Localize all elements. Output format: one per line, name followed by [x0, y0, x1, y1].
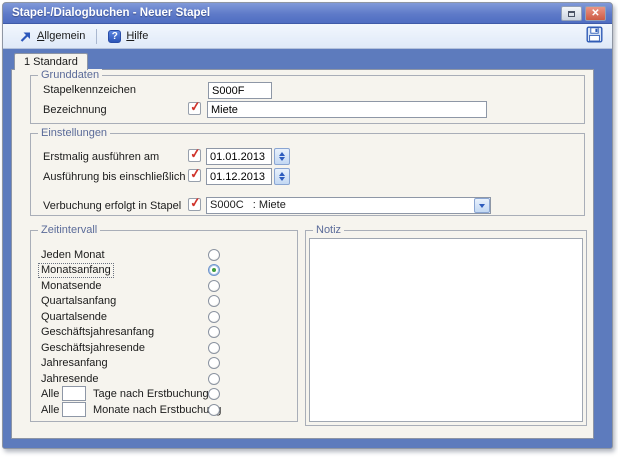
- radio-row-geschaeftsjahresende: Geschäftsjahresende: [31, 342, 297, 356]
- radio-label: Quartalsanfang: [41, 295, 116, 307]
- title-bar[interactable]: Stapel-/Dialogbuchen - Neuer Stapel: [3, 3, 612, 24]
- alle-monate-suffix: Monate nach Erstbuchung: [93, 404, 221, 416]
- radio-row-geschaeftsjahresanfang: Geschäftsjahresanfang: [31, 326, 297, 340]
- bis-date-input[interactable]: [206, 168, 272, 185]
- radio-row-monatsanfang: Monatsanfang: [31, 264, 297, 278]
- bezeichnung-input[interactable]: [207, 101, 487, 118]
- alle-tage-suffix: Tage nach Erstbuchung: [93, 388, 209, 400]
- allgemein-label: Allgemein: [37, 30, 85, 42]
- save-button[interactable]: [585, 25, 604, 47]
- dialog-window: Stapel-/Dialogbuchen - Neuer Stapel Allg…: [2, 2, 613, 449]
- toolbar: Allgemein Hilfe: [3, 24, 612, 49]
- radio-label: Jeden Monat: [41, 249, 105, 261]
- spin-up-icon: [279, 152, 285, 156]
- spin-down-icon: [279, 177, 285, 181]
- help-icon: [108, 30, 121, 43]
- radio-alle-monate[interactable]: [208, 404, 220, 416]
- radio-row-jahresanfang: Jahresanfang: [31, 357, 297, 371]
- alle-tage-input[interactable]: [62, 386, 86, 401]
- radio-row-jeden-monat: Jeden Monat: [31, 249, 297, 263]
- radio-row-quartalsanfang: Quartalsanfang: [31, 295, 297, 309]
- radio-label: Jahresanfang: [41, 357, 108, 369]
- radio-label: Monatsende: [41, 280, 102, 292]
- bezeichnung-label: Bezeichnung: [43, 104, 107, 116]
- dropdown-arrow-icon: [479, 204, 485, 208]
- radio-row-monatsende: Monatsende: [31, 280, 297, 294]
- bezeichnung-check-icon[interactable]: [188, 102, 201, 115]
- form-panel: Grunddaten Stapelkennzeichen Bezeichnung…: [11, 69, 594, 439]
- spin-down-icon: [279, 157, 285, 161]
- radio-monatsanfang[interactable]: [208, 264, 220, 276]
- group-zeitintervall: Zeitintervall Jeden Monat Monatsanfang M…: [30, 230, 298, 422]
- verbuchung-combobox[interactable]: S000C : Miete: [206, 197, 491, 214]
- verbuchung-dropdown-button[interactable]: [474, 198, 490, 213]
- group-notiz: Notiz: [305, 230, 587, 426]
- stapelkennzeichen-input[interactable]: [208, 82, 272, 99]
- radio-row-jahresende: Jahresende: [31, 373, 297, 387]
- group-einstellungen: Einstellungen Erstmalig ausführen am Aus…: [30, 133, 585, 216]
- group-grunddaten: Grunddaten Stapelkennzeichen Bezeichnung: [30, 75, 585, 124]
- maximize-button[interactable]: [561, 6, 582, 21]
- radio-jeden-monat[interactable]: [208, 249, 220, 261]
- content-area: 1 Standard Grunddaten Stapelkennzeichen …: [3, 49, 612, 448]
- hilfe-label: Hilfe: [126, 30, 148, 42]
- spin-up-icon: [279, 172, 285, 176]
- verbuchung-label: Verbuchung erfolgt in Stapel: [43, 200, 181, 212]
- stapelkennzeichen-label: Stapelkennzeichen: [43, 84, 136, 96]
- bis-spinner-button[interactable]: [274, 168, 290, 185]
- close-icon: [591, 9, 599, 19]
- save-floppy-icon: [586, 26, 603, 43]
- maximize-icon: [568, 11, 575, 17]
- radio-row-alle-tage: Alle Tage nach Erstbuchung: [31, 388, 297, 402]
- radio-label: Geschäftsjahresanfang: [41, 326, 154, 338]
- bis-check-icon[interactable]: [188, 169, 201, 182]
- verbuchung-value: S000C : Miete: [210, 199, 286, 211]
- radio-alle-tage[interactable]: [208, 388, 220, 400]
- bis-label: Ausführung bis einschließlich: [43, 171, 185, 183]
- radio-geschaeftsjahresanfang[interactable]: [208, 326, 220, 338]
- radio-quartalsanfang[interactable]: [208, 295, 220, 307]
- hilfe-button[interactable]: Hilfe: [104, 28, 152, 45]
- tab-standard[interactable]: 1 Standard: [14, 53, 88, 70]
- window-title: Stapel-/Dialogbuchen - Neuer Stapel: [12, 3, 210, 24]
- erstmalig-check-icon[interactable]: [188, 149, 201, 162]
- radio-geschaeftsjahresende[interactable]: [208, 342, 220, 354]
- radio-row-alle-monate: Alle Monate nach Erstbuchung: [31, 404, 297, 418]
- radio-monatsende[interactable]: [208, 280, 220, 292]
- radio-jahresende[interactable]: [208, 373, 220, 385]
- group-title-grunddaten: Grunddaten: [38, 69, 102, 81]
- group-title-einstellungen: Einstellungen: [38, 127, 110, 139]
- notiz-textarea[interactable]: [309, 238, 583, 422]
- verbuchung-check-icon[interactable]: [188, 198, 201, 211]
- erstmalig-date-input[interactable]: [206, 148, 272, 165]
- toolbar-separator: [96, 29, 97, 44]
- alle-tage-prefix: Alle: [41, 388, 59, 400]
- radio-label: Geschäftsjahresende: [41, 342, 145, 354]
- radio-label: Jahresende: [41, 373, 99, 385]
- alle-monate-input[interactable]: [62, 402, 86, 417]
- alle-monate-prefix: Alle: [41, 404, 59, 416]
- close-button[interactable]: [585, 6, 606, 21]
- arrow-ne-icon: [19, 30, 32, 43]
- radio-label: Quartalsende: [41, 311, 107, 323]
- radio-jahresanfang[interactable]: [208, 357, 220, 369]
- allgemein-menu-button[interactable]: Allgemein: [15, 28, 89, 45]
- erstmalig-label: Erstmalig ausführen am: [43, 151, 159, 163]
- erstmalig-spinner-button[interactable]: [274, 148, 290, 165]
- group-title-notiz: Notiz: [313, 224, 344, 236]
- window-controls: [561, 6, 606, 21]
- radio-row-quartalsende: Quartalsende: [31, 311, 297, 325]
- group-title-zeitintervall: Zeitintervall: [38, 224, 100, 236]
- radio-label: Monatsanfang: [38, 263, 114, 278]
- radio-quartalsende[interactable]: [208, 311, 220, 323]
